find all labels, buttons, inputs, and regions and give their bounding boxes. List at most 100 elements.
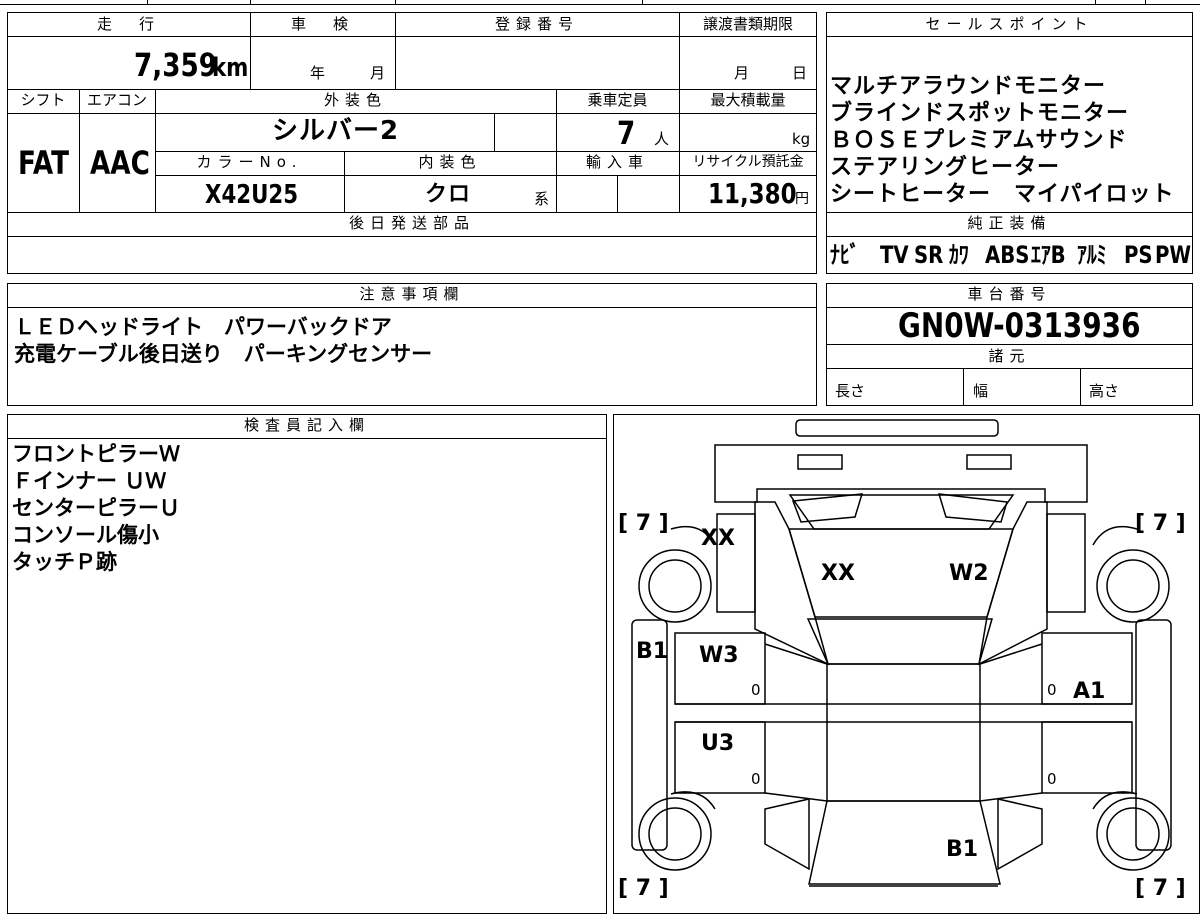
- tire-front-left-shape: [638, 549, 712, 623]
- roof-shape: [826, 663, 981, 802]
- row-line: [7, 113, 817, 114]
- option-item: PS: [1124, 241, 1153, 269]
- mark-rear: B1: [946, 837, 978, 862]
- fender-right-shape: [1046, 513, 1086, 613]
- transfer-deadline-header: 譲渡書類期限: [702, 15, 793, 33]
- divider: [250, 0, 251, 4]
- option-item: TV: [880, 241, 909, 269]
- option-item: SR: [914, 241, 944, 269]
- aircon-value: AAC: [90, 144, 150, 182]
- row-line: [7, 307, 817, 308]
- roof-front-shape: [806, 618, 993, 665]
- note-line: ＬＥＤヘッドライト パワーバックドア: [14, 315, 392, 339]
- chassis-number: GN0W-0313936: [898, 306, 1141, 346]
- mark-left-sill: B1: [636, 639, 668, 664]
- row-line: [826, 212, 1193, 213]
- recycle-unit: 円: [795, 191, 809, 207]
- sales-point-item: シートヒーター マイパイロット: [830, 182, 1175, 207]
- recycle-fee-value: 11,380: [708, 177, 797, 210]
- recycle-header: リサイクル預託金: [692, 154, 804, 170]
- col-line: [1080, 368, 1081, 406]
- quarter-left-shape: [764, 798, 810, 871]
- col-line: [494, 113, 495, 151]
- row-line: [155, 151, 817, 152]
- row-line: [7, 438, 607, 439]
- tire-rear-left-shape: [638, 797, 712, 871]
- zero-mark: 0: [1047, 681, 1057, 699]
- hood-shape: [788, 494, 1015, 530]
- mark-left-front-door: W3: [699, 643, 739, 668]
- option-item: ｴｱB: [1031, 241, 1066, 269]
- registration-header: 登録番号: [494, 15, 579, 33]
- divider: [395, 0, 396, 4]
- notes-header: 注意事項欄: [359, 285, 465, 303]
- load-unit: kg: [792, 130, 811, 148]
- col-line: [617, 175, 618, 212]
- later-parts-header: 後日発送部品: [348, 214, 475, 232]
- note-line: 充電ケーブル後日送り パーキングセンサー: [14, 342, 433, 366]
- sales-point-item: ＢＯＳＥプレミアムサウンド: [830, 128, 1128, 153]
- year-label: 年: [310, 64, 326, 82]
- exterior-color-value: シルバー2: [272, 116, 400, 146]
- tire-rear-right-inner-shape: [1106, 807, 1160, 861]
- mark-left-rear-door: U3: [701, 731, 734, 756]
- shift-header: シフト: [20, 91, 66, 109]
- exterior-color-header: 外装色: [323, 91, 387, 109]
- row-line: [826, 368, 1193, 369]
- shift-value: FAT: [18, 144, 70, 182]
- inspector-line: Ｆインナー ＵＷ: [12, 469, 167, 493]
- divider: [642, 0, 643, 4]
- sales-point-item: ステアリングヒーター: [830, 155, 1061, 180]
- tire-rear-right-shape: [1096, 797, 1170, 871]
- divider: [1095, 0, 1096, 4]
- spec-height: 高さ: [1089, 382, 1120, 400]
- inspector-line: コンソール傷小: [12, 523, 159, 547]
- spec-length: 長さ: [835, 382, 866, 400]
- headlight-right-shape: [966, 454, 1012, 470]
- divider: [1145, 0, 1146, 4]
- sales-points-header: セールスポイント: [925, 15, 1094, 33]
- pillar-line-shape: [675, 703, 1132, 723]
- options-header: 純正装備: [967, 214, 1052, 232]
- mileage-header: 走 行: [96, 15, 160, 33]
- front-bumper-shape: [795, 419, 999, 437]
- option-item: ABS: [985, 241, 1030, 269]
- mark-right-front-door: A1: [1073, 679, 1105, 704]
- tire-rear-left-inner-shape: [648, 807, 702, 861]
- color-no-header: カラーNo.: [196, 153, 303, 171]
- row-line: [7, 36, 817, 37]
- interior-color-header: 内装色: [418, 153, 482, 171]
- row-line: [7, 236, 817, 237]
- tire-front-right-inner-shape: [1106, 559, 1160, 613]
- zero-mark: 0: [751, 770, 761, 788]
- capacity-value: 7: [617, 114, 636, 152]
- tire-mark-rear-right: [ 7 ]: [1135, 876, 1186, 900]
- row-line: [826, 236, 1193, 237]
- capacity-header: 乗車定員: [587, 91, 648, 109]
- spec-width: 幅: [973, 382, 989, 400]
- specs-header: 諸元: [988, 347, 1031, 365]
- row-line: [7, 89, 817, 90]
- mark-windshield-right: W2: [949, 561, 989, 586]
- sill-right-shape: [1135, 619, 1172, 851]
- headlight-left-shape: [797, 454, 843, 470]
- vehicle-info-table: [7, 12, 817, 274]
- front-panel-shape: [714, 444, 1088, 503]
- tire-mark-rear-left: [ 7 ]: [618, 876, 669, 900]
- inspection-header: 車 検: [290, 15, 354, 33]
- a-pillar-right-shape: [978, 501, 1048, 666]
- deadline-day: 日: [792, 64, 808, 82]
- chassis-header: 車台番号: [967, 285, 1052, 303]
- option-item: ｱﾙﾐ: [1077, 241, 1107, 269]
- tire-front-left-inner-shape: [648, 559, 702, 613]
- sales-point-item: マルチアラウンドモニター: [830, 74, 1107, 99]
- mirror-left-shape: [791, 493, 864, 523]
- max-load-header: 最大積載量: [710, 91, 786, 109]
- mark-windshield-left: XX: [821, 561, 855, 586]
- mileage-value: 7,359: [134, 46, 217, 84]
- sales-point-item: ブラインドスポットモニター: [830, 101, 1130, 126]
- row-line: [155, 175, 817, 176]
- col-line: [963, 368, 964, 406]
- deadline-month: 月: [734, 64, 750, 82]
- row-line: [7, 212, 817, 213]
